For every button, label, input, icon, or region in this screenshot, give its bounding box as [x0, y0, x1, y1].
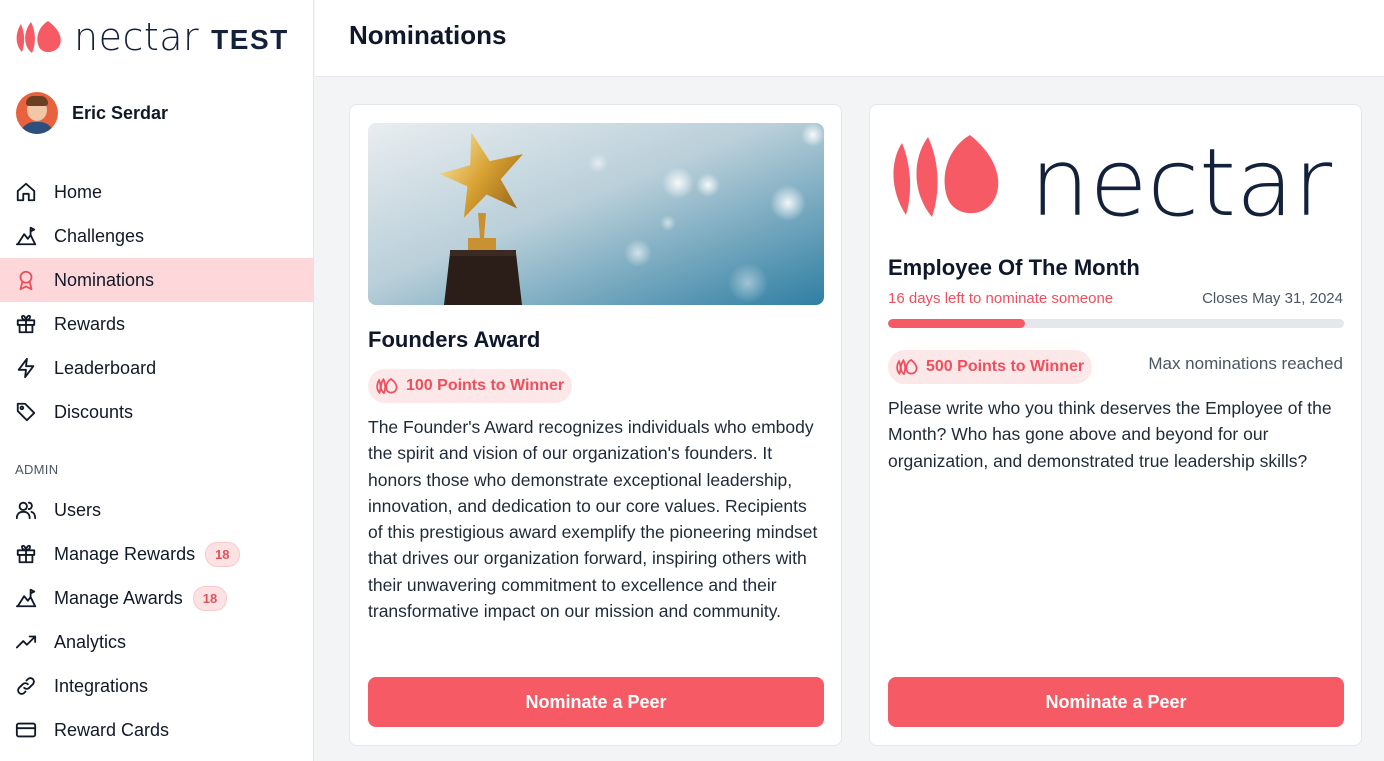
- main-nav: Home Challenges Nominations Rewards Lead…: [0, 170, 314, 434]
- nominate-peer-button[interactable]: Nominate a Peer: [368, 677, 824, 727]
- award-title: Employee Of The Month: [888, 255, 1140, 280]
- nominate-peer-button[interactable]: Nominate a Peer: [888, 677, 1344, 727]
- avatar: [16, 92, 58, 134]
- nav-item-label: Analytics: [54, 631, 127, 652]
- link-icon: [14, 674, 38, 698]
- page-title: Nominations: [349, 20, 507, 50]
- nav-item-label: Rewards: [54, 313, 126, 334]
- nav-item-rewards[interactable]: Rewards: [0, 302, 314, 346]
- award-image: [368, 123, 824, 305]
- app-logo[interactable]: nectar TEST: [14, 14, 289, 60]
- logo-wordmark: nectar: [74, 15, 200, 59]
- user-name: Eric Serdar: [72, 102, 169, 123]
- nav-item-label: Challenges: [54, 225, 145, 246]
- nav-item-label: Home: [54, 181, 103, 202]
- page-header: Nominations: [315, 0, 1384, 77]
- nectar-logo-icon: [893, 135, 999, 217]
- nav-item-challenges[interactable]: Challenges: [0, 214, 314, 258]
- nectar-points-icon: [376, 378, 398, 394]
- home-icon: [14, 180, 38, 204]
- tag-icon: [14, 400, 38, 424]
- admin-section-label: ADMIN: [15, 462, 59, 477]
- nav-item-discounts[interactable]: Discounts: [0, 390, 314, 434]
- nav-item-reward-cards[interactable]: Reward Cards: [0, 708, 314, 752]
- nav-item-leaderboard[interactable]: Leaderboard: [0, 346, 314, 390]
- environment-label: TEST: [211, 24, 289, 55]
- award-image: nectar: [888, 123, 1344, 223]
- nav-item-label: Manage Awards: [54, 587, 183, 608]
- nav-item-label: Manage Rewards: [54, 543, 196, 564]
- nav-item-label: Nominations: [54, 269, 155, 290]
- points-badge: 500 Points to Winner: [888, 350, 1093, 384]
- lightning-icon: [14, 356, 38, 380]
- trending-up-icon: [14, 630, 38, 654]
- admin-nav: Users Manage Rewards 18 Manage Awards 18…: [0, 488, 314, 752]
- nav-item-label: Discounts: [54, 401, 134, 422]
- credit-card-icon: [14, 718, 38, 742]
- nav-item-label: Leaderboard: [54, 357, 157, 378]
- points-label: 500 Points to Winner: [926, 358, 1085, 375]
- nav-item-home[interactable]: Home: [0, 170, 314, 214]
- deadline-text: 16 days left to nominate someone: [888, 290, 1114, 307]
- nav-item-nominations[interactable]: Nominations: [0, 258, 314, 302]
- mountain-icon: [14, 586, 38, 610]
- gift-icon: [14, 542, 38, 566]
- mountain-icon: [14, 224, 38, 248]
- nav-item-manage-rewards[interactable]: Manage Rewards 18: [0, 532, 314, 576]
- award-description: Please write who you think deserves the …: [888, 398, 1332, 471]
- nav-item-analytics[interactable]: Analytics: [0, 620, 314, 664]
- award-title: Founders Award: [368, 327, 541, 352]
- award-description: The Founder's Award recognizes individua…: [368, 417, 818, 622]
- nav-item-label: Integrations: [54, 675, 149, 696]
- award-card: nectar Employee Of The Month 16 days lef…: [869, 104, 1362, 746]
- nav-item-integrations[interactable]: Integrations: [0, 664, 314, 708]
- nav-item-label: Reward Cards: [54, 719, 170, 740]
- nectar-points-icon: [896, 359, 918, 375]
- award-icon: [14, 268, 38, 292]
- sidebar: nectar TEST Eric Serdar Home Challenges: [0, 0, 314, 761]
- nectar-logo-icon: [16, 21, 61, 53]
- progress-fill: [888, 319, 1025, 328]
- nav-item-manage-awards[interactable]: Manage Awards 18: [0, 576, 314, 620]
- nav-item-label: Users: [54, 499, 102, 520]
- nomination-progress-bar: [888, 319, 1344, 328]
- award-card: Founders Award 100 Points to Winner The …: [349, 104, 842, 746]
- nav-item-users[interactable]: Users: [0, 488, 314, 532]
- user-profile[interactable]: Eric Serdar: [16, 92, 168, 134]
- count-badge: 18: [192, 585, 228, 611]
- points-badge: 100 Points to Winner: [368, 369, 573, 403]
- points-label: 100 Points to Winner: [406, 377, 565, 394]
- closing-date: Closes May 31, 2024: [1202, 290, 1343, 307]
- nomination-status: Max nominations reached: [1148, 354, 1343, 373]
- users-icon: [14, 498, 38, 522]
- logo-wordmark: nectar: [1030, 129, 1333, 223]
- count-badge: 18: [205, 541, 240, 567]
- gift-icon: [14, 312, 38, 336]
